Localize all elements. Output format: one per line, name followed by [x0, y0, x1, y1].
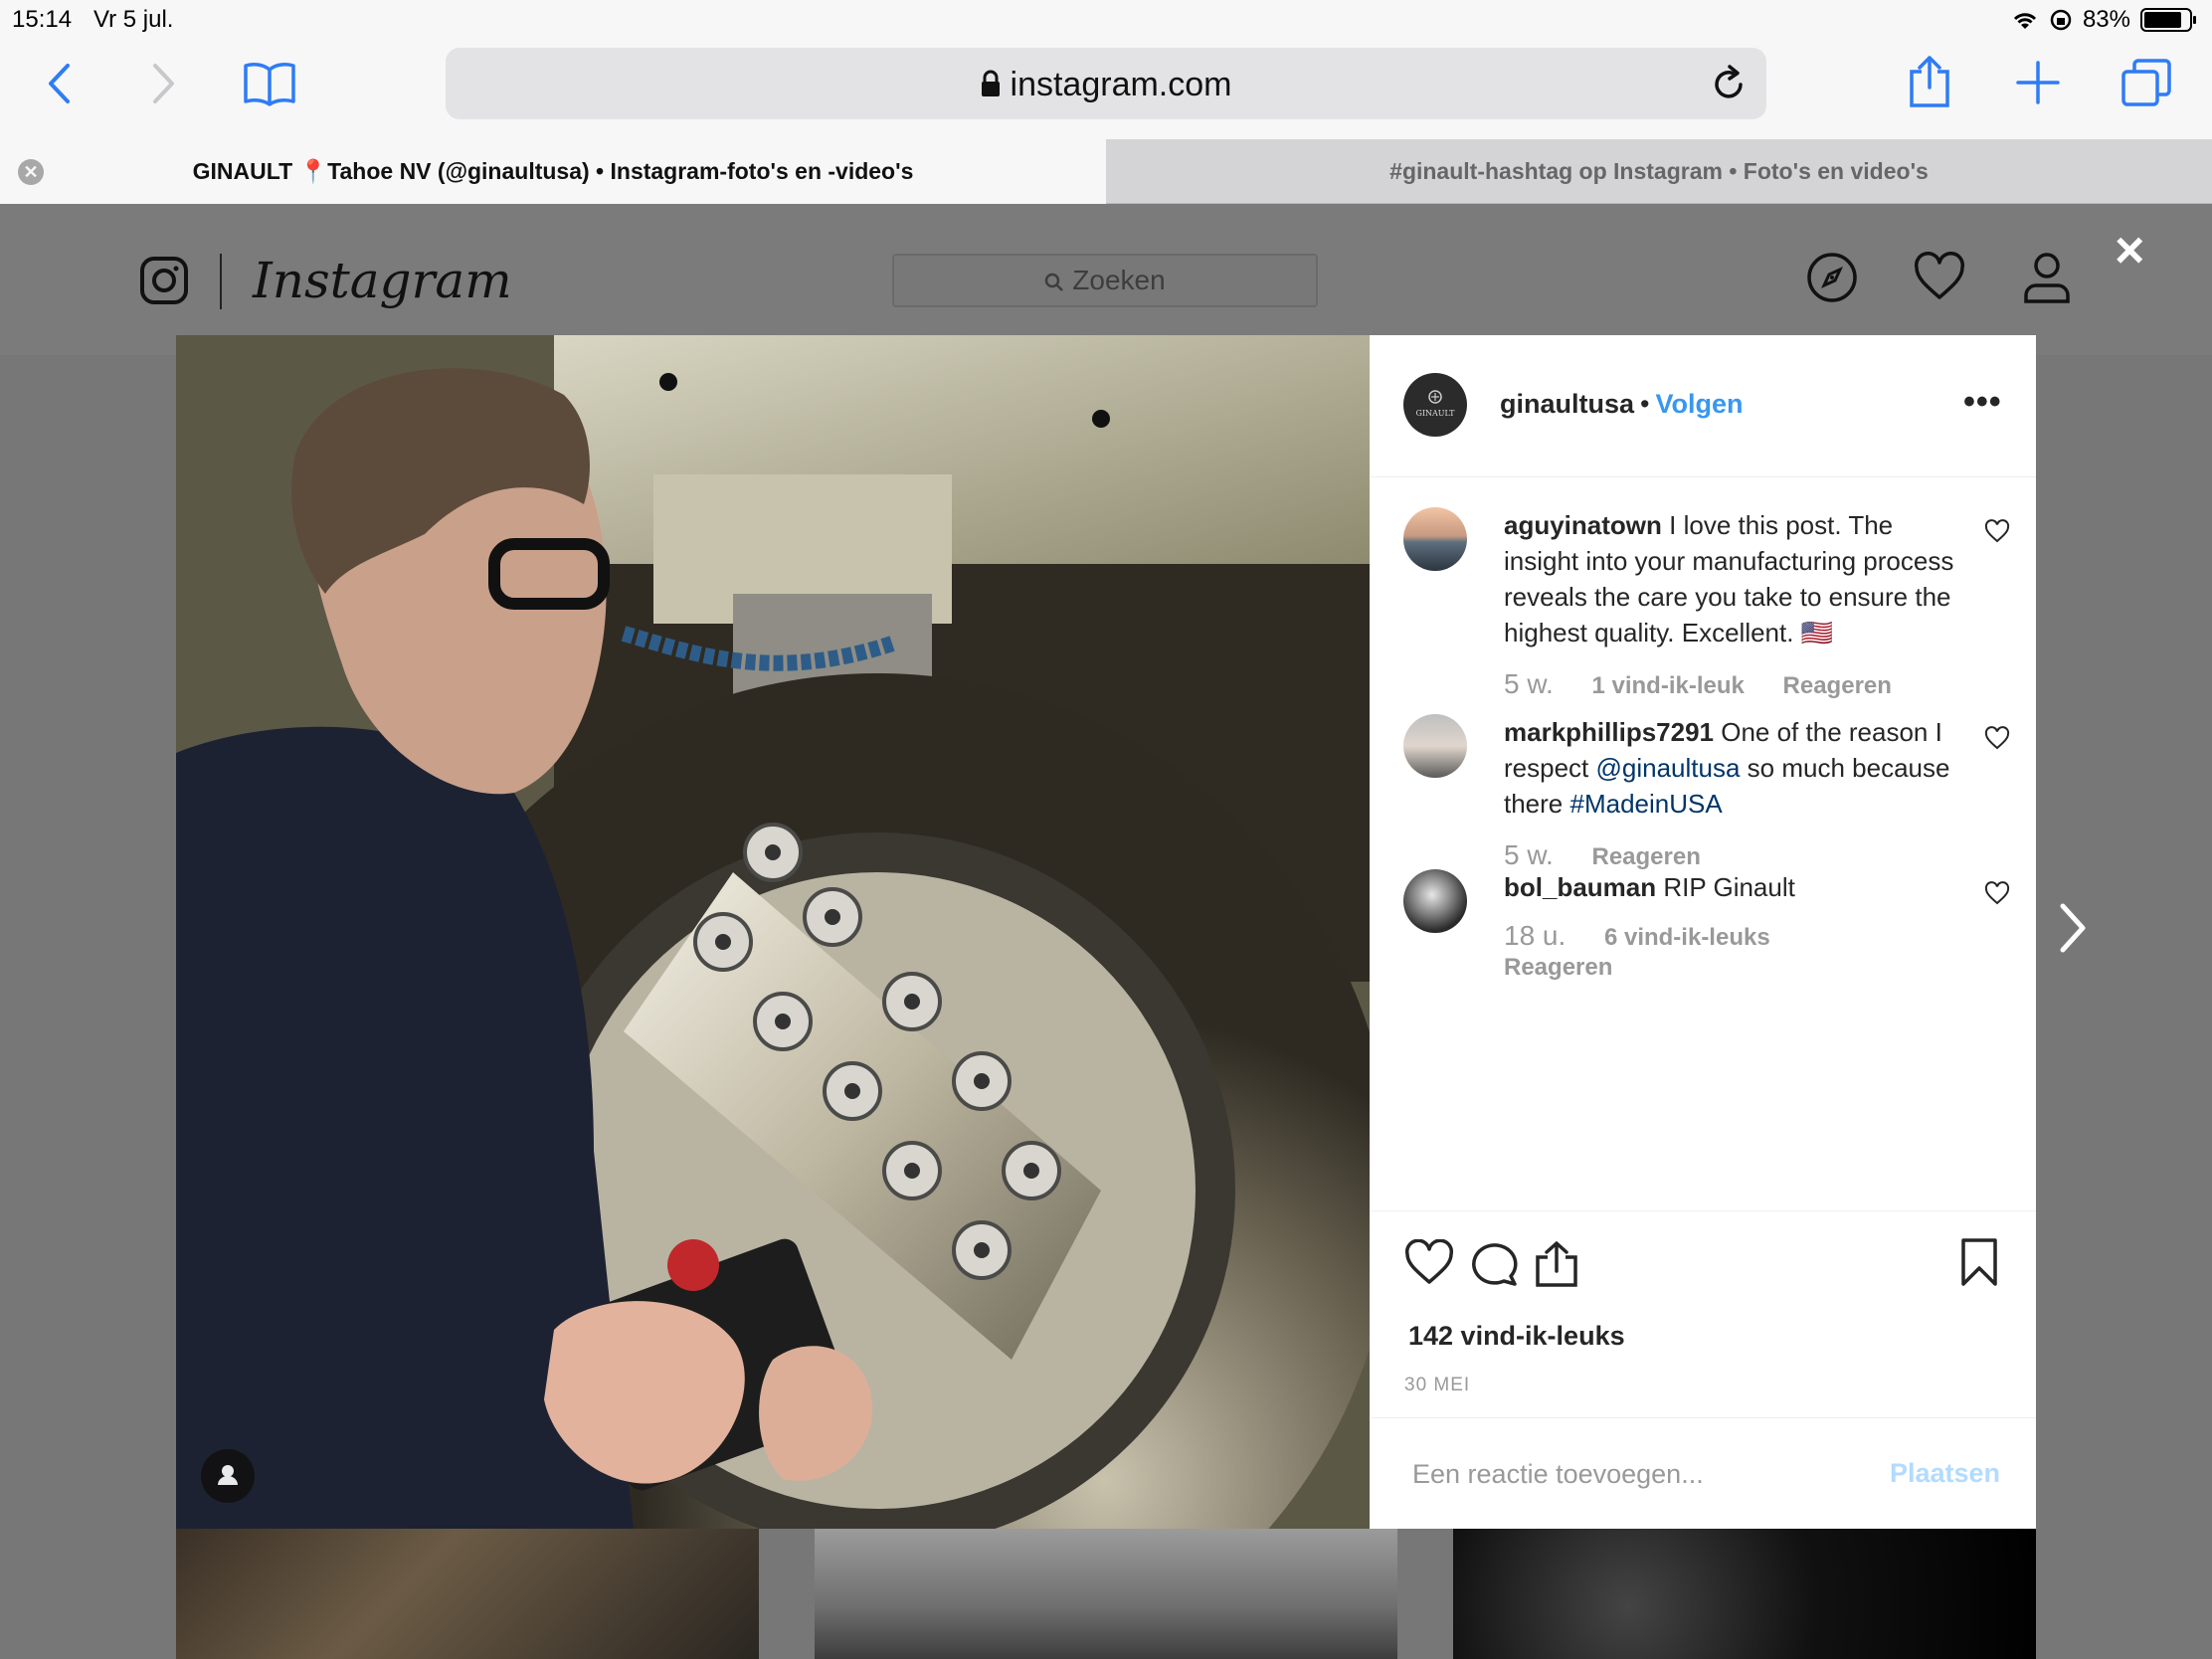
reply-button[interactable]: Reageren — [1504, 953, 1802, 983]
follow-button[interactable]: Volgen — [1655, 389, 1743, 419]
bookmarks-icon[interactable] — [243, 60, 296, 107]
url-text: instagram.com — [1010, 66, 1232, 103]
search-input[interactable]: Zoeken — [892, 254, 1318, 307]
url-display: instagram.com — [446, 66, 1766, 104]
reply-button[interactable]: Reageren — [1783, 672, 1892, 699]
comment-hashtag-link[interactable]: #MadeinUSA — [1570, 789, 1723, 819]
back-icon[interactable] — [46, 62, 72, 105]
comment-like-icon[interactable] — [1984, 881, 2010, 905]
brand-emblem-icon — [1428, 390, 1442, 404]
share-icon[interactable] — [1534, 1239, 1579, 1289]
save-icon[interactable] — [1959, 1237, 1999, 1287]
tab-title: #ginault-hashtag op Instagram • Foto's e… — [1389, 158, 1929, 184]
comment-likes[interactable]: 6 vind-ik-leuks — [1604, 924, 1770, 951]
comment-username[interactable]: bol_bauman — [1504, 872, 1656, 902]
reply-button[interactable]: Reageren — [1591, 843, 1700, 870]
instagram-camera-icon[interactable] — [139, 256, 189, 305]
explore-icon[interactable] — [1806, 252, 1858, 303]
tab-ginault-hashtag[interactable]: #ginault-hashtag op Instagram • Foto's e… — [1106, 139, 2212, 204]
status-time: 15:14 — [12, 6, 73, 33]
comment-meta: 18 u. 6 vind-ik-leuks Reageren — [1504, 921, 1802, 983]
comment-like-icon[interactable] — [1984, 726, 2010, 750]
user-tag-icon — [218, 1465, 238, 1485]
status-bar: 15:14 Vr 5 jul. 83% — [0, 0, 2212, 40]
commenter-avatar[interactable] — [1403, 714, 1467, 778]
comment-like-icon[interactable] — [1984, 519, 2010, 543]
battery-level-fill — [2144, 12, 2181, 28]
grid-thumbnail[interactable] — [815, 1529, 1397, 1659]
comment-username[interactable]: markphillips7291 — [1504, 717, 1714, 747]
author-avatar-text: GINAULT — [1415, 409, 1455, 418]
likes-count[interactable]: 142 vind-ik-leuks — [1408, 1321, 1625, 1352]
comment-username[interactable]: aguyinatown — [1504, 510, 1662, 540]
post-header: GINAULT ginaultusa • Volgen ••• — [1371, 335, 2036, 477]
post-photo-image — [176, 335, 1370, 1529]
comment-time[interactable]: 18 u. — [1504, 920, 1566, 951]
author-line: ginaultusa • Volgen — [1500, 389, 1743, 420]
profile-icon[interactable] — [2023, 252, 2071, 303]
close-tab-icon[interactable]: ✕ — [18, 159, 44, 185]
activity-heart-icon[interactable] — [1914, 252, 1965, 303]
battery-icon — [2140, 8, 2196, 32]
header-divider — [220, 254, 222, 309]
comment-time[interactable]: 5 w. — [1504, 668, 1554, 699]
comment-icon[interactable] — [1470, 1239, 1520, 1287]
comment-body: markphillips7291 One of the reason I res… — [1504, 714, 1961, 875]
like-icon[interactable] — [1404, 1239, 1454, 1285]
instagram-wordmark[interactable]: Instagram — [253, 252, 512, 309]
browser-toolbar: instagram.com — [0, 40, 2212, 139]
more-options-icon[interactable]: ••• — [1963, 383, 2002, 422]
grid-thumbnail[interactable] — [1453, 1529, 2036, 1659]
wifi-icon — [2013, 13, 2037, 29]
author-username[interactable]: ginaultusa — [1500, 389, 1634, 419]
post-date[interactable]: 30 MEI — [1404, 1375, 1470, 1396]
tagged-users-badge[interactable] — [201, 1449, 255, 1503]
commenter-avatar[interactable] — [1403, 507, 1467, 571]
reload-icon[interactable] — [1711, 64, 1747, 101]
tab-ginault-profile[interactable]: ✕ GINAULT 📍Tahoe NV (@ginaultusa) • Inst… — [0, 139, 1106, 204]
search-placeholder: Zoeken — [1072, 265, 1166, 295]
status-indicators: 83% — [2011, 6, 2196, 34]
comment-likes[interactable]: 1 vind-ik-leuk — [1591, 672, 1744, 699]
comments-list: aguyinatown I love this post. The insigh… — [1371, 477, 2036, 1208]
tabs-icon[interactable] — [2120, 58, 2172, 107]
share-icon[interactable] — [1908, 54, 1951, 109]
tab-bar: ✕ GINAULT 📍Tahoe NV (@ginaultusa) • Inst… — [0, 139, 2212, 204]
comment-text: RIP Ginault — [1663, 872, 1795, 902]
comment-body: bol_bauman RIP Ginault 18 u. 6 vind-ik-l… — [1504, 869, 1961, 983]
add-comment-section: Plaatsen — [1371, 1417, 2036, 1530]
lock-icon — [981, 70, 1000, 96]
post-actions: 142 vind-ik-leuks 30 MEI — [1371, 1210, 2036, 1420]
tab-title: GINAULT 📍Tahoe NV (@ginaultusa) • Instag… — [192, 158, 914, 184]
post-photo[interactable] — [176, 335, 1370, 1529]
search-icon — [1045, 273, 1064, 291]
battery-percent: 83% — [2082, 6, 2130, 33]
orientation-lock-icon — [2050, 9, 2072, 31]
post-modal: GINAULT ginaultusa • Volgen ••• aguyinatow… — [176, 335, 2036, 1529]
close-modal-button[interactable]: × — [2115, 225, 2144, 276]
next-post-arrow-icon[interactable] — [2057, 900, 2089, 956]
separator-dot: • — [1640, 389, 1650, 419]
post-comment-button[interactable]: Plaatsen — [1890, 1458, 2000, 1489]
new-tab-icon[interactable] — [2015, 60, 2061, 105]
add-comment-input[interactable] — [1410, 1458, 1852, 1491]
comment-mention-link[interactable]: @ginaultusa — [1596, 753, 1741, 783]
comment-body: aguyinatown I love this post. The insigh… — [1504, 507, 1961, 704]
author-avatar[interactable]: GINAULT — [1403, 373, 1467, 437]
status-date: Vr 5 jul. — [93, 6, 174, 33]
address-bar[interactable]: instagram.com — [446, 48, 1766, 119]
commenter-avatar[interactable] — [1403, 869, 1467, 933]
forward-icon[interactable] — [151, 62, 177, 105]
comment-time[interactable]: 5 w. — [1504, 839, 1554, 870]
instagram-header: Instagram Zoeken — [0, 204, 2212, 356]
comment-meta: 5 w. 1 vind-ik-leuk Reageren — [1504, 666, 1961, 704]
grid-thumbnail[interactable] — [176, 1529, 759, 1659]
post-panel: GINAULT ginaultusa • Volgen ••• aguyinatow… — [1371, 335, 2036, 1529]
